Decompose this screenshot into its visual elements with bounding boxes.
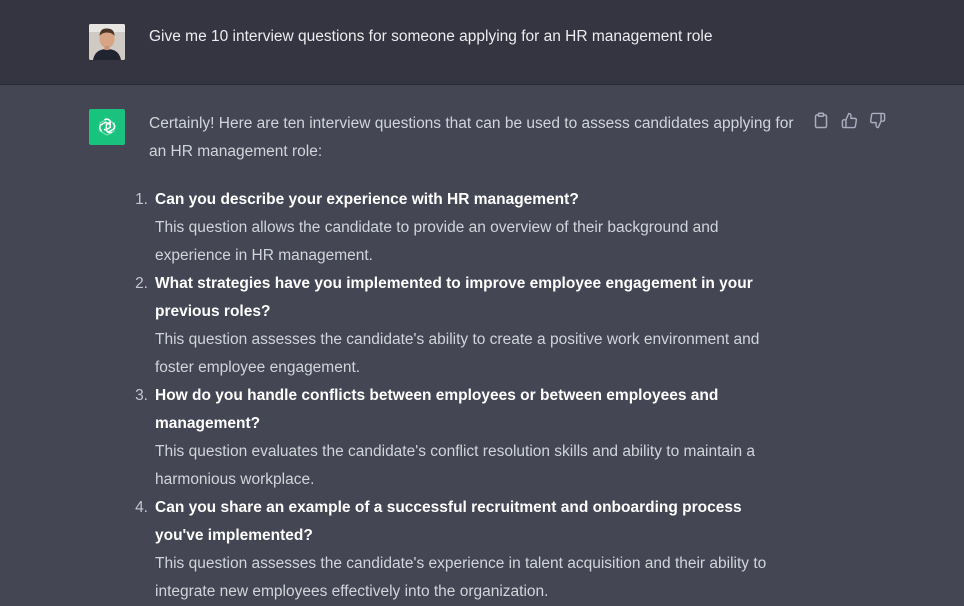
list-item: 4. Can you share an example of a success… — [135, 494, 794, 606]
question-text: Can you share an example of a successful… — [155, 499, 742, 544]
user-message-text: Give me 10 interview questions for someo… — [149, 28, 713, 45]
question-description: This question assesses the candidate's a… — [155, 331, 760, 376]
message-actions — [812, 111, 886, 129]
list-item: 3. How do you handle conflicts between e… — [135, 382, 794, 494]
list-number: 1. — [135, 191, 148, 208]
thumbs-up-icon[interactable] — [840, 111, 858, 129]
question-list: 1. Can you describe your experience with… — [135, 186, 794, 606]
list-number: 4. — [135, 499, 148, 516]
user-avatar-image — [89, 24, 125, 60]
question-text: How do you handle conflicts between empl… — [155, 387, 719, 432]
assistant-intro: Certainly! Here are ten interview questi… — [149, 115, 794, 160]
question-text: Can you describe your experience with HR… — [155, 191, 579, 208]
user-avatar — [89, 24, 125, 60]
assistant-message-content: Certainly! Here are ten interview questi… — [135, 110, 794, 606]
clipboard-icon[interactable] — [812, 111, 830, 129]
user-message-row: Give me 10 interview questions for someo… — [0, 0, 964, 85]
list-number: 2. — [135, 275, 148, 292]
question-description: This question allows the candidate to pr… — [155, 219, 719, 264]
assistant-message-row: Certainly! Here are ten interview questi… — [0, 85, 964, 605]
thumbs-down-icon[interactable] — [868, 111, 886, 129]
list-item: 2. What strategies have you implemented … — [135, 270, 794, 382]
question-description: This question evaluates the candidate's … — [155, 443, 756, 488]
openai-logo-icon — [89, 109, 125, 145]
list-number: 3. — [135, 387, 148, 404]
question-text: What strategies have you implemented to … — [155, 275, 753, 320]
question-description: This question assesses the candidate's e… — [155, 555, 767, 600]
list-item: 1. Can you describe your experience with… — [135, 186, 794, 270]
